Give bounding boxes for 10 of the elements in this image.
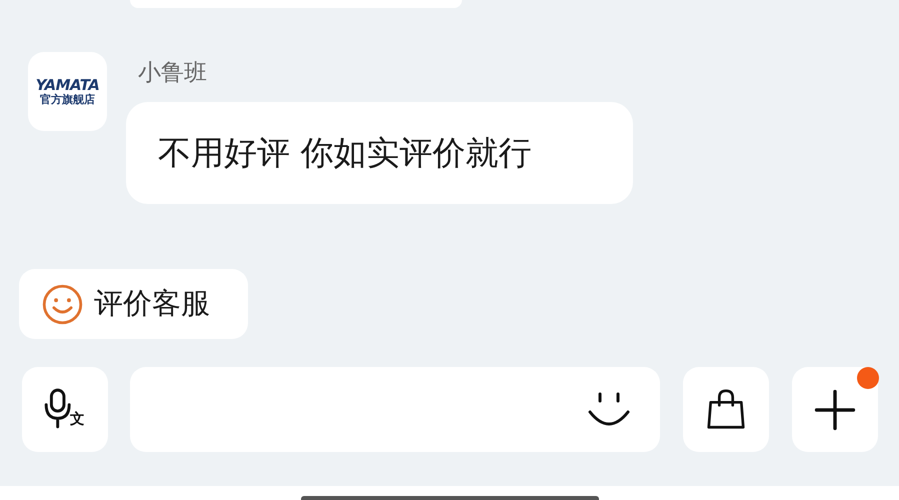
message-bubble: 不用好评 你如实评价就行	[126, 102, 633, 204]
voice-button[interactable]: 文	[22, 367, 108, 452]
shop-button[interactable]	[683, 367, 769, 452]
brand-subtitle: 官方旗舰店	[40, 93, 95, 106]
message-input[interactable]	[130, 367, 660, 452]
sender-name: 小鲁班	[138, 59, 208, 88]
more-button[interactable]	[792, 367, 878, 452]
brand-logo-text: YAMATA	[36, 77, 100, 93]
rate-service-button[interactable]: 评价客服	[19, 269, 248, 339]
smiley-icon	[41, 282, 84, 326]
